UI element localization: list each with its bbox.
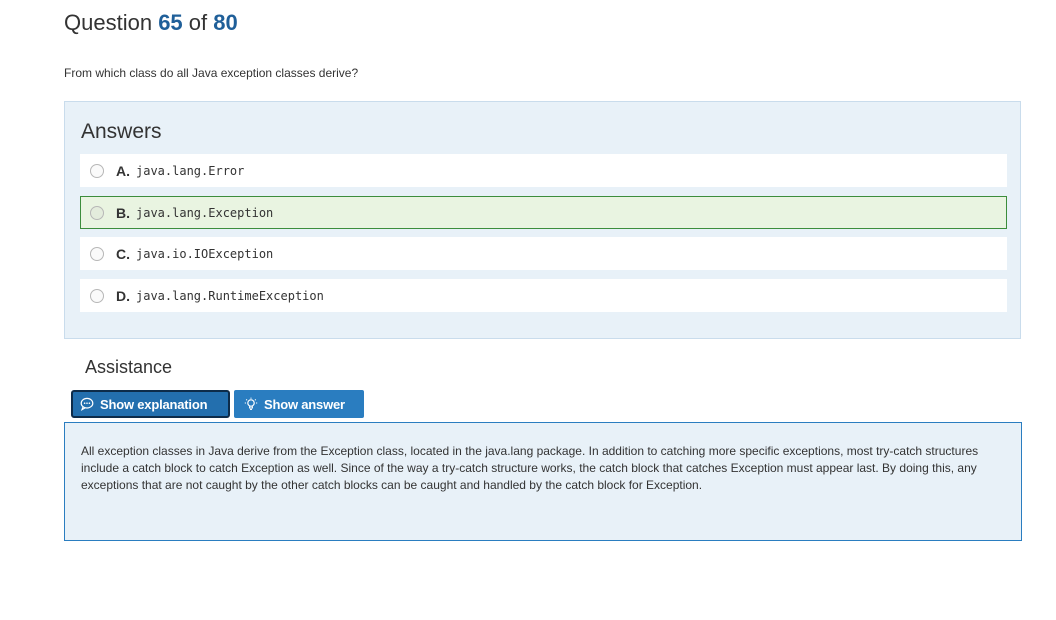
speech-bubble-icon	[80, 397, 94, 411]
answer-text: java.lang.Error	[136, 163, 245, 178]
total-questions-number: 80	[213, 10, 238, 35]
answer-text: java.lang.RuntimeException	[136, 288, 324, 303]
question-counter: Question 65 of 80	[64, 10, 238, 36]
question-page: Question 65 of 80 From which class do al…	[0, 0, 1056, 620]
question-text: From which class do all Java exception c…	[64, 66, 359, 80]
radio-button-icon[interactable]	[90, 163, 104, 178]
radio-button-icon[interactable]	[90, 205, 104, 220]
explanation-text: All exception classes in Java derive fro…	[81, 444, 979, 492]
radio-button-icon[interactable]	[90, 246, 104, 261]
answer-letter: D.	[116, 287, 130, 304]
explanation-panel: All exception classes in Java derive fro…	[64, 422, 1022, 541]
answer-option-d[interactable]: D. java.lang.RuntimeException	[80, 279, 1007, 312]
answers-title: Answers	[81, 120, 162, 143]
answer-option-a[interactable]: A. java.lang.Error	[80, 154, 1007, 187]
show-explanation-label: Show explanation	[100, 396, 208, 412]
answer-letter: A.	[116, 162, 130, 179]
answer-letter: C.	[116, 245, 130, 262]
answer-option-b[interactable]: B. java.lang.Exception	[80, 196, 1007, 229]
current-question-number: 65	[158, 10, 183, 35]
answers-panel: Answers A. java.lang.Error B. java.lang.…	[64, 101, 1021, 339]
show-answer-button[interactable]: Show answer	[234, 390, 364, 418]
assistance-title: Assistance	[85, 357, 173, 377]
answer-text: java.lang.Exception	[136, 205, 274, 220]
radio-button-icon[interactable]	[90, 288, 104, 303]
answer-letter: B.	[116, 204, 130, 221]
question-label: Question	[64, 10, 153, 35]
lightbulb-icon	[244, 397, 258, 411]
answer-text: java.io.IOException	[136, 246, 274, 261]
of-label: of	[188, 10, 208, 35]
show-explanation-button[interactable]: Show explanation	[71, 390, 230, 418]
show-answer-label: Show answer	[264, 396, 345, 412]
answer-option-c[interactable]: C. java.io.IOException	[80, 237, 1007, 270]
